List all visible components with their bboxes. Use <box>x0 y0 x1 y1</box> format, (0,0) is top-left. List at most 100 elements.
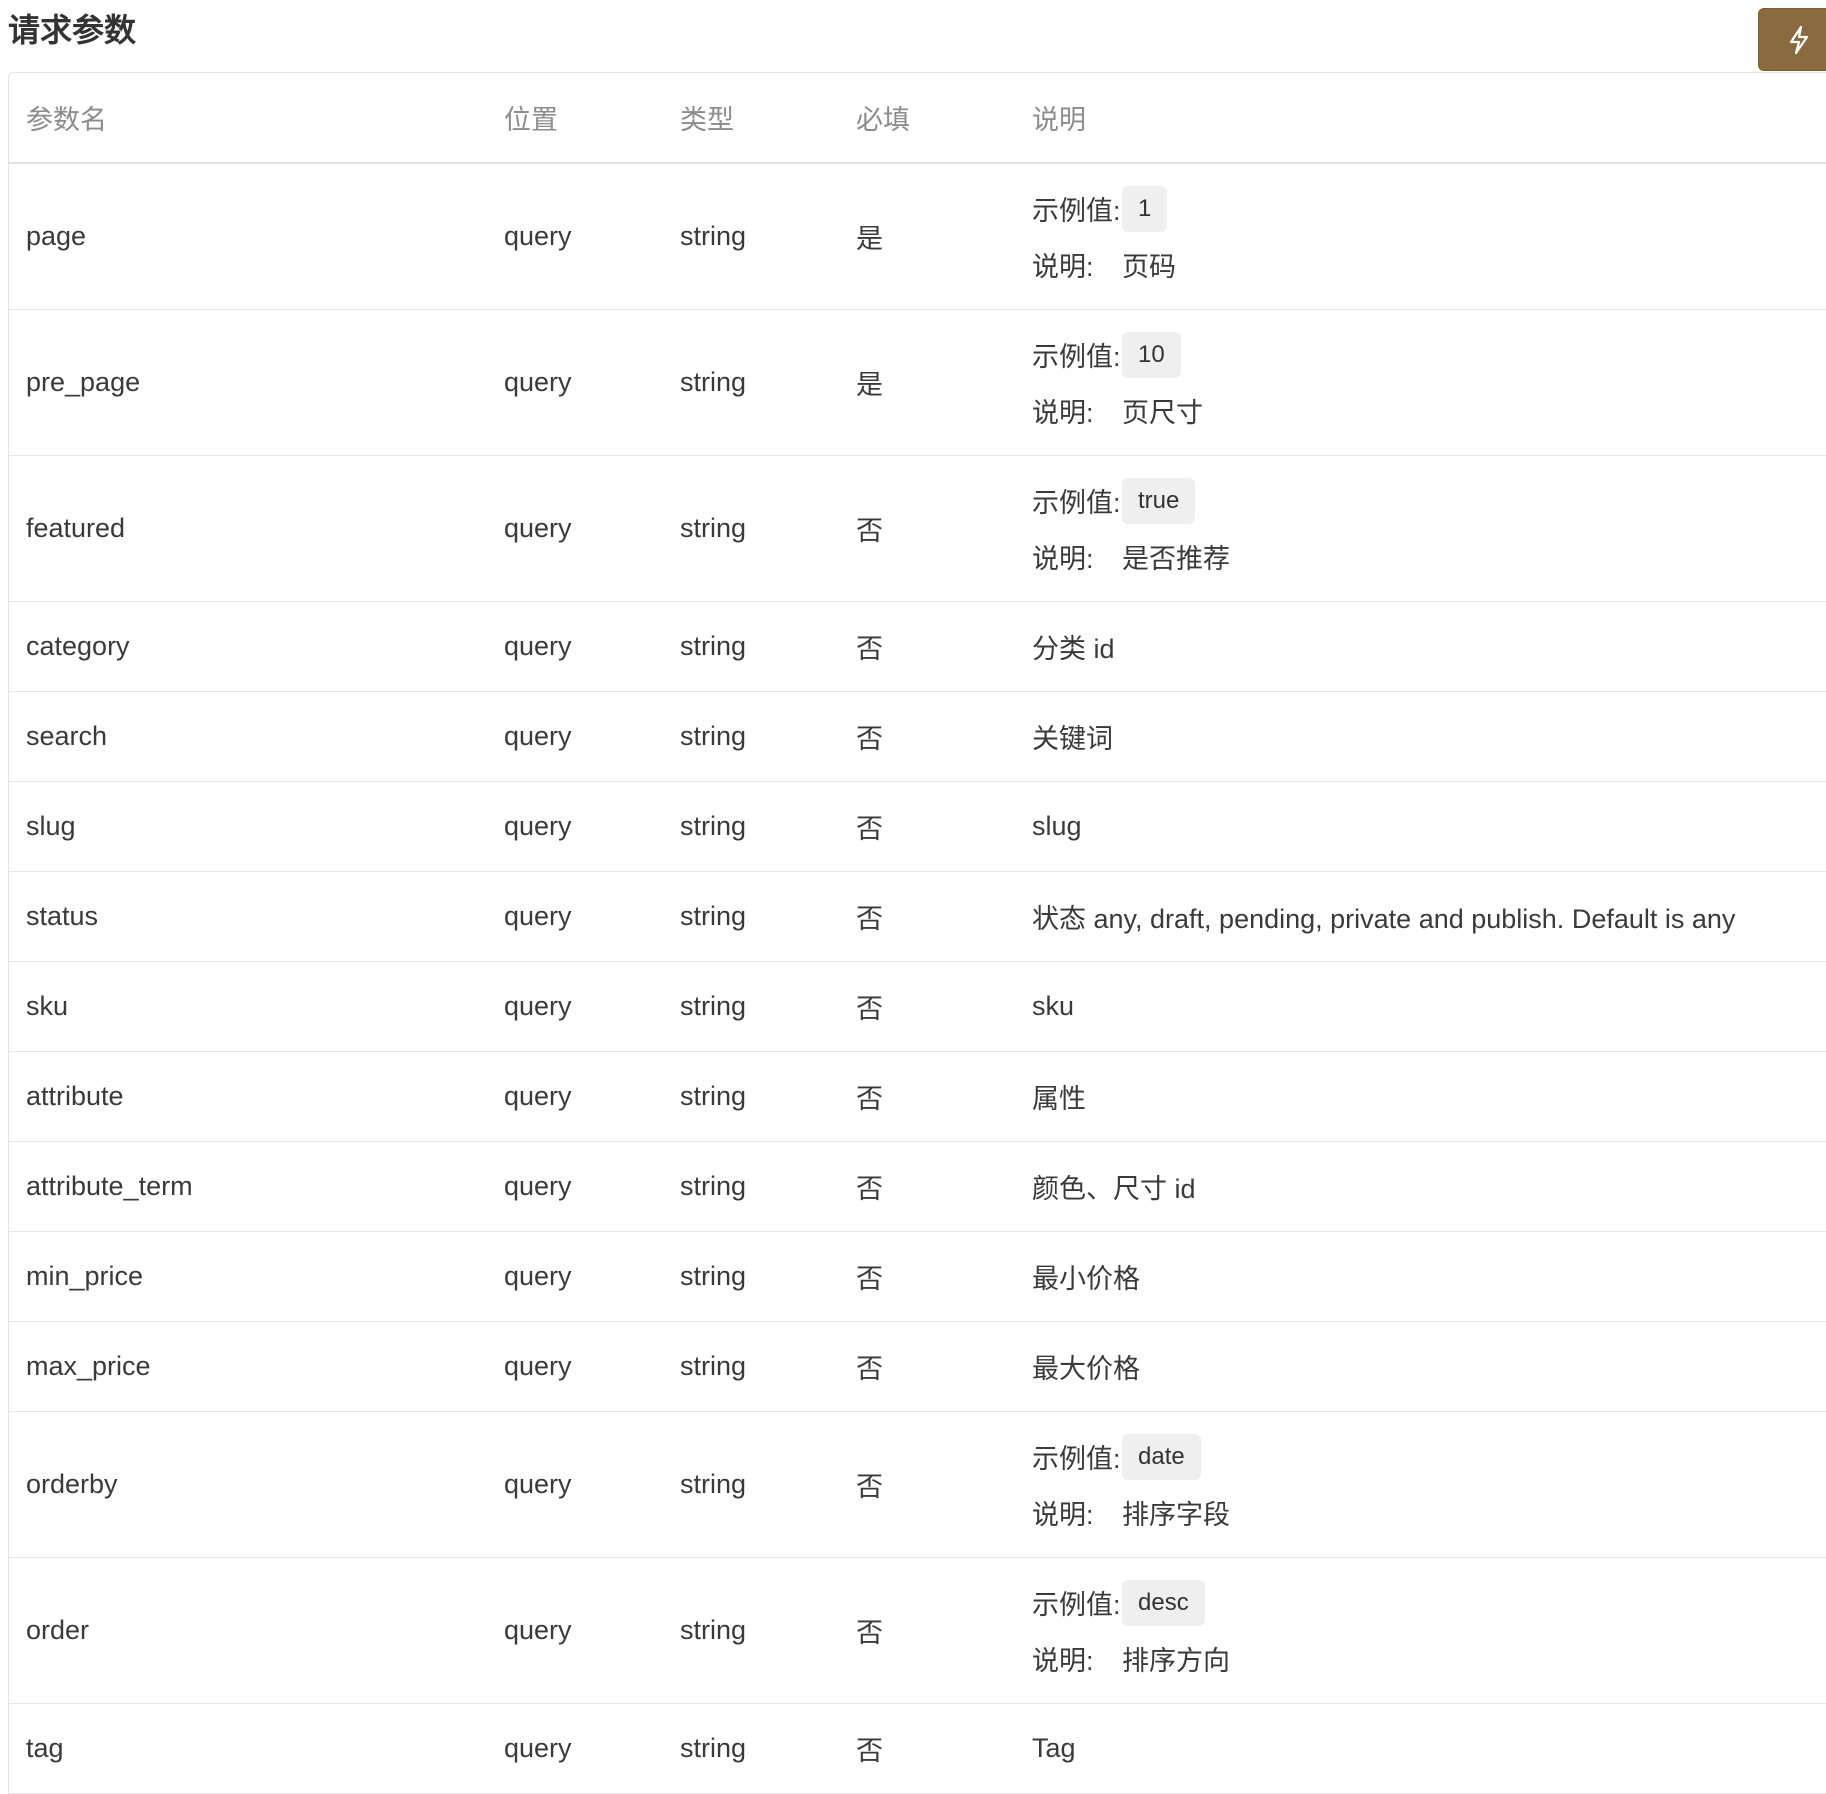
param-name-cell: attribute_term <box>9 1141 487 1232</box>
description-label: 说明: <box>1032 398 1094 428</box>
param-description-cell: 关键词 <box>1015 691 1826 782</box>
table-body: page query string 是示例值: 1 说明: 页码 pre_page query s… <box>9 163 1826 1794</box>
param-required-cell: 否 <box>839 1557 1015 1704</box>
param-required-cell: 是 <box>839 163 1015 310</box>
param-position-cell: query <box>487 163 663 310</box>
example-line: 示例值: true <box>1032 473 1826 529</box>
param-description-cell: 属性 <box>1015 1051 1826 1142</box>
example-label: 示例值: <box>1032 342 1121 372</box>
param-position-cell: query <box>487 455 663 602</box>
param-description-cell: 示例值: 1 说明: 页码 <box>1015 163 1826 310</box>
lightning-icon <box>1787 25 1811 55</box>
table-row: search query string 否关键词 <box>9 691 1826 782</box>
table-row: tag query string 否 Tag <box>9 1703 1826 1794</box>
table-row: orderby query string 否示例值: date 说明: 排序字段 <box>9 1411 1826 1558</box>
param-required-cell: 否 <box>839 455 1015 602</box>
param-type-cell: string <box>663 1557 839 1704</box>
param-required-cell: 否 <box>839 781 1015 872</box>
description-line: 说明: 页尺寸 <box>1032 383 1826 439</box>
param-name-cell: min_price <box>9 1231 487 1322</box>
table-row: max_price query string 否最大价格 <box>9 1321 1826 1412</box>
param-name-cell: attribute <box>9 1051 487 1142</box>
description-text: 排序字段 <box>1122 1500 1230 1530</box>
param-description-cell: 分类 id <box>1015 601 1826 692</box>
param-type-cell: string <box>663 163 839 310</box>
param-required-cell: 是 <box>839 309 1015 456</box>
param-position-cell: query <box>487 1703 663 1794</box>
section-title: 请求参数 <box>8 12 137 48</box>
param-description-cell: Tag <box>1015 1703 1826 1794</box>
description-label: 说明: <box>1032 544 1094 574</box>
param-type-cell: string <box>663 871 839 962</box>
table-row: pre_page query string 是示例值: 10 说明: 页尺寸 <box>9 309 1826 456</box>
param-name-cell: slug <box>9 781 487 872</box>
param-description-cell: 示例值: 10 说明: 页尺寸 <box>1015 309 1826 456</box>
param-type-cell: string <box>663 1051 839 1142</box>
table-row: order query string 否示例值: desc 说明: 排序方向 <box>9 1557 1826 1704</box>
description-line: 说明: 排序字段 <box>1032 1485 1826 1541</box>
param-required-cell: 否 <box>839 1141 1015 1232</box>
example-value-badge: 10 <box>1122 331 1181 378</box>
param-name-cell: orderby <box>9 1411 487 1558</box>
param-type-cell: string <box>663 961 839 1052</box>
description-text: 是否推荐 <box>1122 544 1230 574</box>
param-description-cell: 示例值: desc 说明: 排序方向 <box>1015 1557 1826 1704</box>
param-required-cell: 否 <box>839 1231 1015 1322</box>
param-description-cell: 颜色、尺寸 id <box>1015 1141 1826 1232</box>
param-required-cell: 否 <box>839 691 1015 782</box>
param-name-cell: tag <box>9 1703 487 1794</box>
table-header-row: 参数名 位置 类型 必填 说明 <box>9 73 1826 164</box>
param-required-cell: 否 <box>839 601 1015 692</box>
table-row: attribute_term query string 否颜色、尺寸 id <box>9 1141 1826 1232</box>
param-type-cell: string <box>663 309 839 456</box>
param-type-cell: string <box>663 601 839 692</box>
example-label: 示例值: <box>1032 196 1121 226</box>
param-description-cell: sku <box>1015 961 1826 1052</box>
example-line: 示例值: desc <box>1032 1575 1826 1631</box>
example-value-badge: true <box>1122 477 1196 524</box>
param-name-cell: featured <box>9 455 487 602</box>
param-position-cell: query <box>487 309 663 456</box>
run-request-button[interactable] <box>1758 8 1826 71</box>
param-position-cell: query <box>487 1141 663 1232</box>
param-name-cell: status <box>9 871 487 962</box>
param-required-cell: 否 <box>839 1321 1015 1412</box>
param-position-cell: query <box>487 781 663 872</box>
example-label: 示例值: <box>1032 488 1121 518</box>
description-text: 页尺寸 <box>1122 398 1203 428</box>
table-row: attribute query string 否属性 <box>9 1051 1826 1142</box>
param-name-cell: category <box>9 601 487 692</box>
param-type-cell: string <box>663 1411 839 1558</box>
param-name-cell: order <box>9 1557 487 1704</box>
param-type-cell: string <box>663 1703 839 1794</box>
param-name-cell: max_price <box>9 1321 487 1412</box>
param-type-cell: string <box>663 1231 839 1322</box>
example-label: 示例值: <box>1032 1444 1121 1474</box>
param-position-cell: query <box>487 961 663 1052</box>
param-description-cell: 最大价格 <box>1015 1321 1826 1412</box>
param-type-cell: string <box>663 691 839 782</box>
description-label: 说明: <box>1032 252 1094 282</box>
param-description-cell: 状态 any, draft, pending, private and publ… <box>1015 871 1826 962</box>
example-line: 示例值: 10 <box>1032 327 1826 383</box>
param-position-cell: query <box>487 601 663 692</box>
table-row: featured query string 否示例值: true 说明: 是否推荐 <box>9 455 1826 602</box>
param-position-cell: query <box>487 691 663 782</box>
param-position-cell: query <box>487 871 663 962</box>
header-description: 说明 <box>1015 73 1826 164</box>
description-label: 说明: <box>1032 1500 1094 1530</box>
description-line: 说明: 是否推荐 <box>1032 529 1826 585</box>
param-type-cell: string <box>663 1321 839 1412</box>
param-position-cell: query <box>487 1051 663 1142</box>
param-required-cell: 否 <box>839 1051 1015 1142</box>
param-required-cell: 否 <box>839 871 1015 962</box>
param-type-cell: string <box>663 1141 839 1232</box>
description-label: 说明: <box>1032 1646 1094 1676</box>
header-position: 位置 <box>487 73 663 164</box>
header-param-name: 参数名 <box>9 73 487 164</box>
table-row: min_price query string 否最小价格 <box>9 1231 1826 1322</box>
example-value-badge: date <box>1122 1433 1201 1480</box>
table-row: slug query string 否 slug <box>9 781 1826 872</box>
param-type-cell: string <box>663 455 839 602</box>
param-name-cell: search <box>9 691 487 782</box>
